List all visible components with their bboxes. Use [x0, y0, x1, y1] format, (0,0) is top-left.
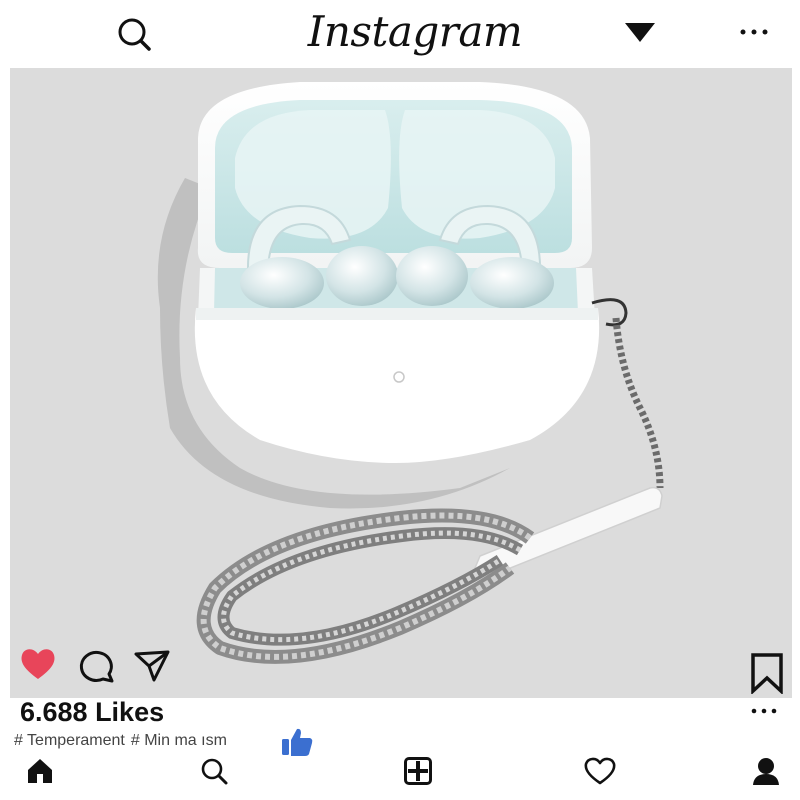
thumbs-up-icon [280, 726, 314, 758]
hashtag[interactable]: # Temperament [14, 732, 125, 749]
likes-count[interactable]: 6.688 Likes [20, 696, 164, 728]
comment-icon[interactable] [76, 646, 116, 684]
top-more-icon[interactable] [736, 22, 772, 42]
top-search-icon[interactable] [114, 14, 154, 54]
nav-profile-icon[interactable] [746, 752, 786, 790]
hashtags: # Temperament # Min ma ısm [14, 730, 233, 752]
hashtag[interactable]: # Min ma ısm [131, 732, 227, 749]
post-more-icon[interactable] [746, 702, 782, 720]
like-heart-icon[interactable] [18, 644, 58, 684]
nav-search-icon[interactable] [194, 752, 234, 790]
post-photo [10, 68, 792, 698]
dropdown-triangle-icon[interactable] [622, 20, 658, 46]
nav-home-icon[interactable] [20, 752, 60, 790]
share-icon[interactable] [132, 646, 172, 684]
instagram-logo: Instagram [307, 7, 523, 56]
nav-heart-icon[interactable] [580, 752, 620, 790]
bookmark-icon[interactable] [748, 652, 786, 696]
nav-add-post-icon[interactable] [398, 752, 438, 790]
